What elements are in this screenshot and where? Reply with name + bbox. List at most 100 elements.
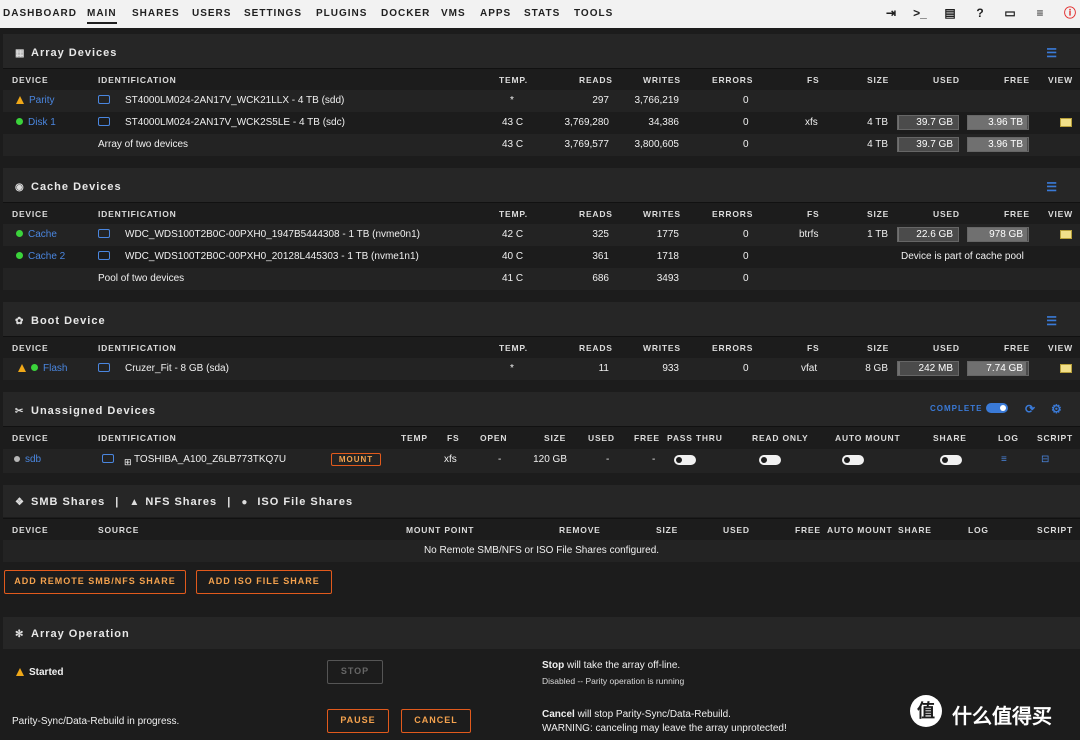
pass-thru-toggle[interactable] <box>674 455 696 465</box>
tab-shares[interactable]: SHARES <box>132 8 180 19</box>
disk-icon <box>98 117 110 128</box>
device-link-cache2[interactable]: Cache 2 <box>16 251 65 262</box>
notification-alert-icon[interactable]: ⓘ <box>1063 6 1077 20</box>
reads: 3,769,577 <box>564 139 610 150</box>
logout-icon[interactable]: ⇥ <box>884 6 898 20</box>
device-name[interactable]: Parity <box>29 95 55 106</box>
col-view: VIEW <box>1048 209 1073 219</box>
device-link-disk1[interactable]: Disk 1 <box>16 117 56 128</box>
warning-icon <box>18 364 26 372</box>
help-icon[interactable]: ? <box>973 6 987 20</box>
identification: Cruzer_Fit - 8 GB (sda) <box>125 363 229 374</box>
status-green-icon <box>16 252 23 259</box>
temp: 43 C <box>502 139 524 150</box>
col-log: LOG <box>968 525 989 535</box>
identification: TOSHIBA_A100_Z6LB773TKQ7U <box>134 454 287 465</box>
device-name[interactable]: Cache <box>28 229 57 240</box>
list-view-icon[interactable]: ☰ <box>1046 46 1058 60</box>
device-link-flash[interactable]: Flash <box>18 363 67 374</box>
col-view: VIEW <box>1048 75 1073 85</box>
used-bar: 39.7 GB <box>897 137 959 152</box>
add-remote-share-button[interactable]: ADD REMOTE SMB/NFS SHARE <box>4 570 186 594</box>
pause-button[interactable]: PAUSE <box>327 709 389 733</box>
expand-plus-icon[interactable]: ⊞ <box>124 457 132 468</box>
col-errors: ERRORS <box>712 209 754 219</box>
add-iso-share-button[interactable]: ADD ISO FILE SHARE <box>196 570 332 594</box>
windows-icon: ❖ <box>15 497 25 508</box>
warning-icon <box>16 96 24 104</box>
summary-label: Pool of two devices <box>98 273 185 284</box>
tab-docker[interactable]: DOCKER <box>381 8 430 19</box>
script-icon[interactable]: ⊟ <box>1041 454 1049 465</box>
complete-toggle[interactable] <box>986 403 1008 413</box>
log-icon[interactable]: ≡ <box>1033 6 1047 20</box>
status-green-icon <box>31 364 38 371</box>
device-name[interactable]: sdb <box>25 454 41 465</box>
device-name[interactable]: Cache 2 <box>28 251 65 262</box>
separator: | <box>227 496 232 508</box>
tab-main[interactable]: MAIN <box>87 8 117 24</box>
pool-note: Device is part of cache pool <box>901 251 1024 262</box>
array-table-header: DEVICE IDENTIFICATION TEMP. READS WRITES… <box>3 68 1080 90</box>
browse-folder-icon[interactable] <box>1060 230 1072 242</box>
col-writes: WRITES <box>643 209 681 219</box>
tab-apps[interactable]: APPS <box>480 8 511 19</box>
reads: 686 <box>592 273 609 284</box>
col-remove: REMOVE <box>559 525 601 535</box>
browse-folder-icon[interactable] <box>1060 364 1072 376</box>
writes: 3493 <box>656 273 679 284</box>
tab-plugins[interactable]: PLUGINS <box>316 8 367 19</box>
col-fs: FS <box>807 75 820 85</box>
watermark: 值 什么值得买 <box>910 695 1080 729</box>
browse-folder-icon[interactable] <box>1060 118 1072 130</box>
col-writes: WRITES <box>643 75 681 85</box>
array-status: Started <box>16 667 63 678</box>
auto-mount-toggle[interactable] <box>842 455 864 465</box>
device-link-parity[interactable]: Parity <box>16 95 55 106</box>
log-icon[interactable]: ≡ <box>1001 454 1007 465</box>
tab-vms[interactable]: VMS <box>441 8 466 19</box>
cancel-button[interactable]: CANCEL <box>401 709 471 733</box>
used: - <box>606 454 610 465</box>
list-view-icon[interactable]: ☰ <box>1046 180 1058 194</box>
identification: ST4000LM024-2AN17V_WCK2S5LE - 4 TB (sdc) <box>125 117 345 128</box>
tab-settings[interactable]: SETTINGS <box>244 8 302 19</box>
temp: 40 C <box>502 251 524 262</box>
warning-icon <box>16 668 24 676</box>
tab-dashboard[interactable]: DASHBOARD <box>3 8 77 19</box>
size: 1 TB <box>867 229 888 240</box>
list-view-icon[interactable]: ☰ <box>1046 314 1058 328</box>
unassigned-devices-title-bar: ✂ Unassigned Devices COMPLETE ⟳ ⚙ <box>3 392 1080 426</box>
tab-users[interactable]: USERS <box>192 8 231 19</box>
monitor-icon[interactable]: ▭ <box>1003 6 1017 20</box>
col-reads: READS <box>579 343 613 353</box>
col-errors: ERRORS <box>712 343 754 353</box>
device-link-cache[interactable]: Cache <box>16 229 57 240</box>
mount-button[interactable]: MOUNT <box>331 453 381 466</box>
used-bar: 22.6 GB <box>897 227 959 242</box>
read-only-toggle[interactable] <box>759 455 781 465</box>
tab-tools[interactable]: TOOLS <box>574 8 613 19</box>
nfs-shares-title: NFS Shares <box>145 496 218 508</box>
temp: 42 C <box>502 229 524 240</box>
share-toggle[interactable] <box>940 455 962 465</box>
device-name[interactable]: Flash <box>43 363 67 374</box>
device-name[interactable]: Disk 1 <box>28 117 56 128</box>
stop-button[interactable]: STOP <box>327 660 383 684</box>
separator: | <box>115 496 120 508</box>
terminal-icon[interactable]: >_ <box>913 6 927 20</box>
feedback-icon[interactable]: ▤ <box>943 6 957 20</box>
refresh-icon[interactable]: ⟳ <box>1025 402 1036 416</box>
summary-label: Array of two devices <box>98 139 189 150</box>
settings-gear-icon[interactable]: ⚙ <box>1051 402 1063 416</box>
col-free: FREE <box>1004 343 1030 353</box>
col-share: SHARE <box>898 525 932 535</box>
tab-stats[interactable]: STATS <box>524 8 560 19</box>
writes: 933 <box>662 363 679 374</box>
size: 4 TB <box>867 117 888 128</box>
device-link-sdb[interactable]: sdb <box>14 454 41 465</box>
errors: 0 <box>743 95 749 106</box>
col-log: LOG <box>998 433 1019 443</box>
unplug-icon: ✂ <box>15 406 25 417</box>
fs: xfs <box>805 117 818 128</box>
